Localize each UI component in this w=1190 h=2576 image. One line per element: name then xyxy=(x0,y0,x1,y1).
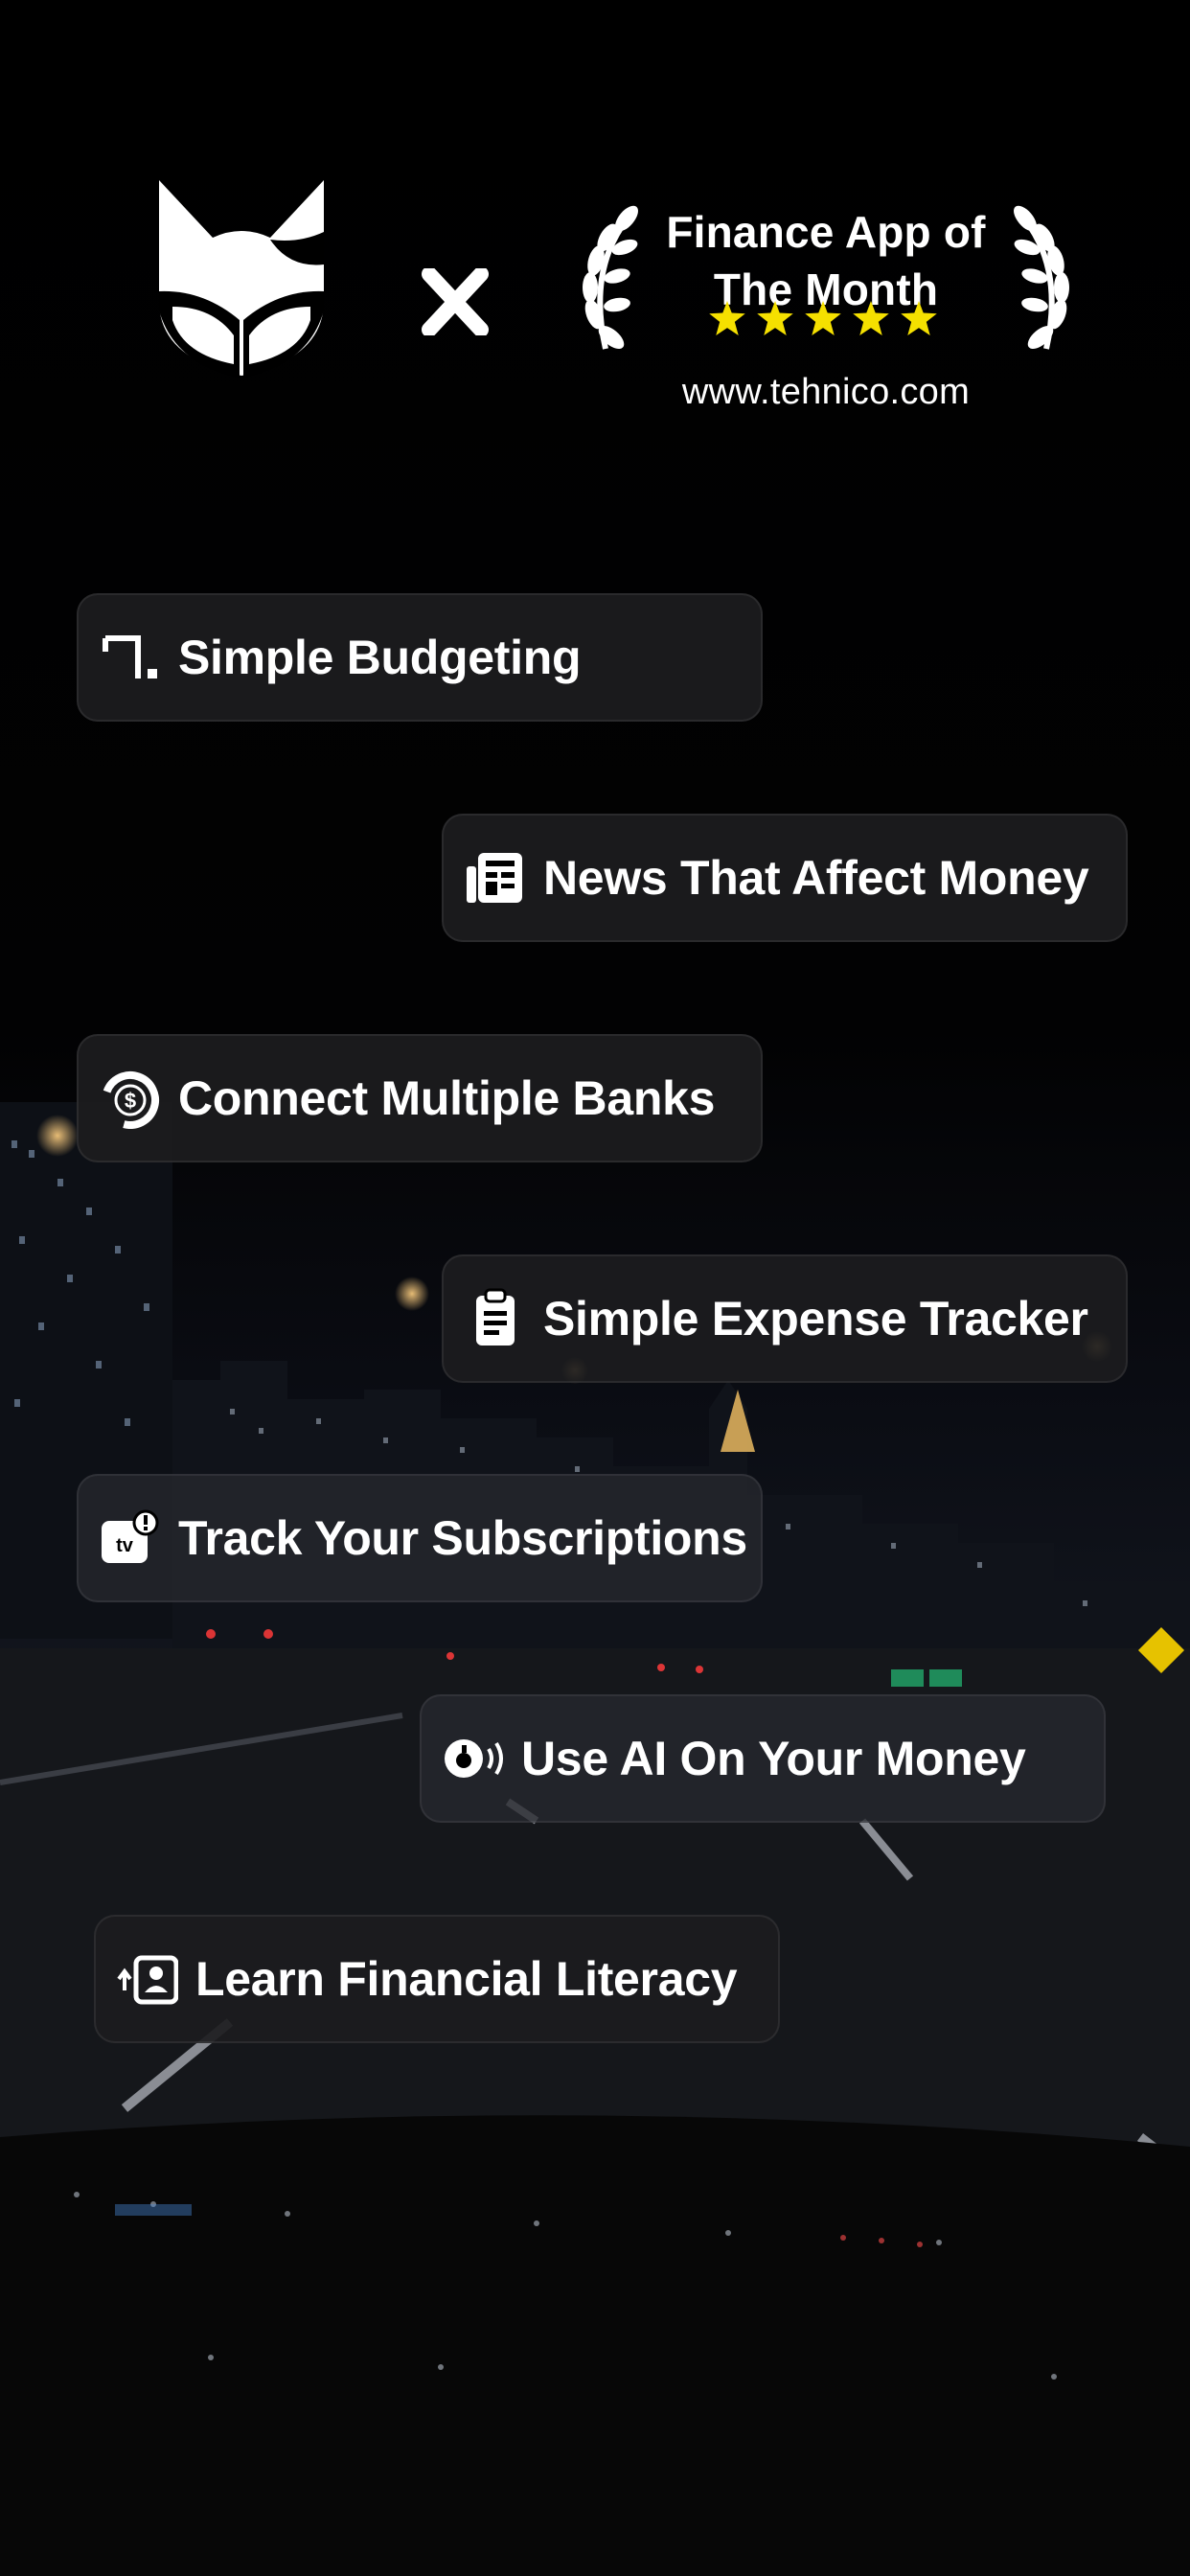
feature-learn-financial-literacy[interactable]: Learn Financial Literacy xyxy=(94,1915,780,2043)
feature-news-that-affect-money[interactable]: News That Affect Money xyxy=(442,814,1128,942)
svg-text:tv: tv xyxy=(116,1535,134,1556)
star-icon xyxy=(757,301,793,335)
star-icon xyxy=(853,301,889,335)
feature-simple-expense-tracker[interactable]: Simple Expense Tracker xyxy=(442,1254,1128,1383)
feature-label: Simple Expense Tracker xyxy=(543,1292,1088,1346)
svg-text:$: $ xyxy=(125,1089,136,1113)
feature-track-your-subscriptions[interactable]: tv Track Your Subscriptions xyxy=(77,1474,763,1602)
feature-label: Learn Financial Literacy xyxy=(195,1952,738,2006)
apple-tv-icon: tv xyxy=(100,1507,161,1569)
newspaper-icon xyxy=(465,847,526,908)
award-rating-stars xyxy=(709,301,937,335)
feature-label: Connect Multiple Banks xyxy=(178,1071,716,1125)
laurel-right-icon xyxy=(998,205,1085,358)
feature-label: Use AI On Your Money xyxy=(521,1732,1026,1785)
clipboard-icon xyxy=(465,1288,526,1349)
award-title-line1: Finance App of xyxy=(666,207,986,257)
laurel-left-icon xyxy=(567,205,653,358)
feature-label: Simple Budgeting xyxy=(178,631,582,684)
feature-use-ai-on-your-money[interactable]: Use AI On Your Money xyxy=(420,1694,1106,1823)
contact-card-icon xyxy=(117,1948,178,2010)
star-icon xyxy=(805,301,841,335)
budget-bracket-icon xyxy=(100,627,161,688)
feature-simple-budgeting[interactable]: Simple Budgeting xyxy=(77,593,763,722)
feature-connect-multiple-banks[interactable]: $ Connect Multiple Banks xyxy=(77,1034,763,1162)
award-url: www.tehnico.com xyxy=(681,372,971,412)
feature-label: Track Your Subscriptions xyxy=(178,1511,747,1565)
star-icon xyxy=(709,301,745,335)
award-badge: Finance App of The Month www.tehnico.com xyxy=(567,197,1085,427)
collaboration-x-icon xyxy=(422,266,489,337)
feature-label: News That Affect Money xyxy=(543,851,1089,905)
ai-voice-icon xyxy=(443,1728,504,1789)
fox-logo-icon xyxy=(155,176,328,378)
star-icon xyxy=(901,301,937,335)
bank-dollar-icon: $ xyxy=(100,1068,161,1129)
